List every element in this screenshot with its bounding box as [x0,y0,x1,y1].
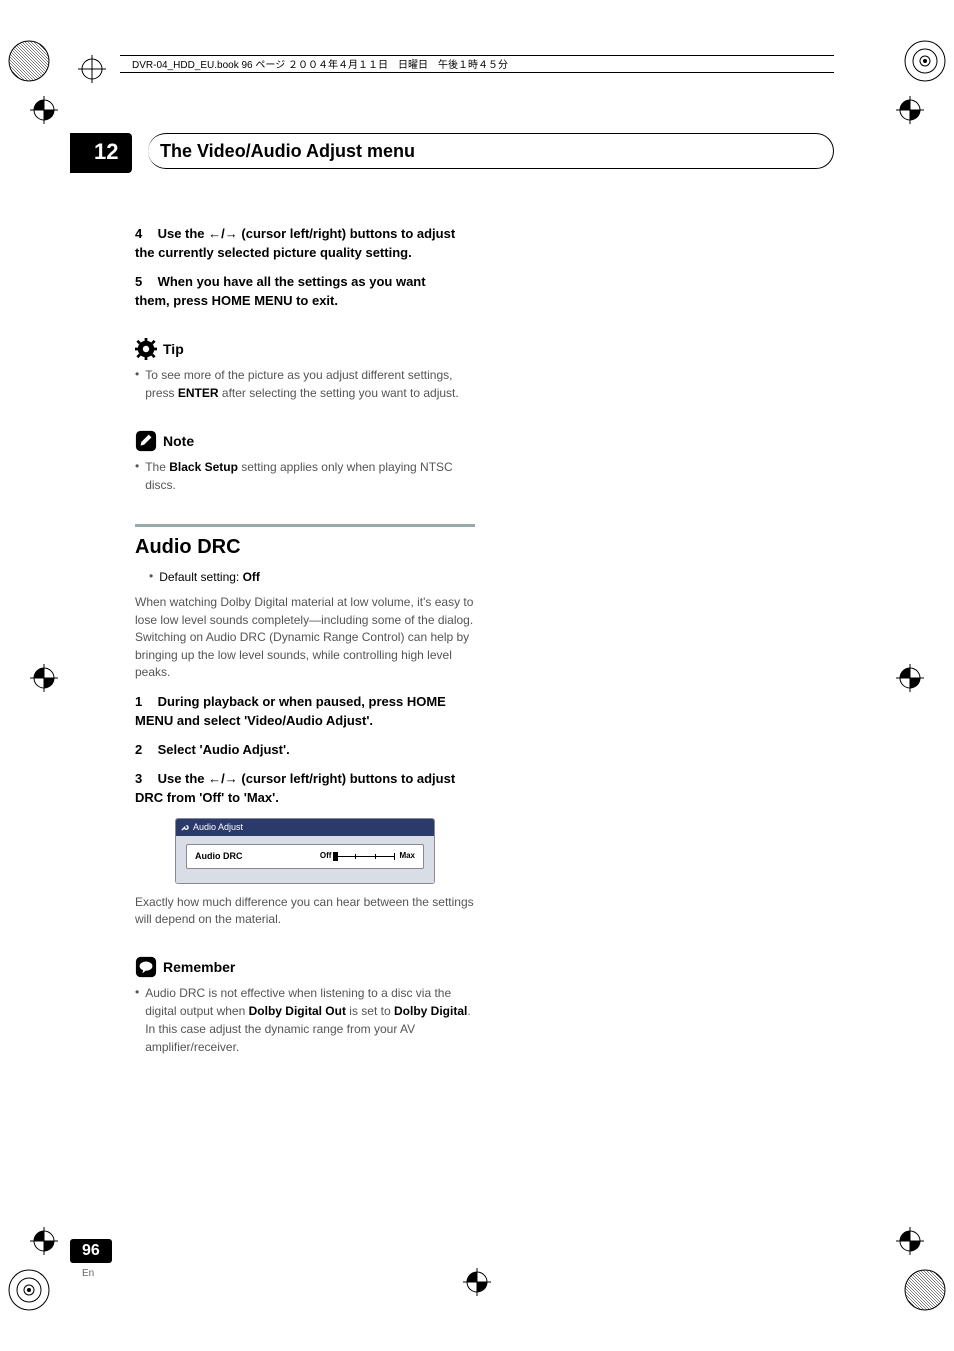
slider-tick [355,854,356,859]
crosshair-bl [30,1227,58,1255]
note-b: Black Setup [169,460,238,474]
remember-label: Remember [163,957,235,977]
bullet-dot: • [135,458,139,494]
tip-c: after selecting the setting you want to … [219,386,459,400]
step-number: 3 [135,771,142,786]
audio-drc-paragraph: When watching Dolby Digital material at … [135,594,475,681]
bullet-dot: • [135,366,139,402]
content-column: 4 Use the ←/→ (cursor left/right) button… [135,225,475,1064]
section-rule [135,524,475,527]
tip-text: To see more of the picture as you adjust… [145,366,475,402]
step-number: 5 [135,274,142,289]
speech-bubble-icon [135,956,157,978]
page: DVR-04_HDD_EU.book 96 ページ ２００４年４月１１日 日曜日… [0,0,954,1351]
bullet-dot: • [149,568,153,586]
bullet-dot: • [135,984,139,1056]
tip-label: Tip [163,339,184,359]
wrench-icon [180,823,189,832]
panel-body: Audio DRC Off Max [176,836,434,883]
drc-step1-line2: MENU and select 'Video/Audio Adjust'. [135,713,373,728]
note-heading: Note [135,430,475,452]
step-number: 4 [135,226,142,241]
drc-step2-text: Select 'Audio Adjust'. [158,742,290,757]
audio-drc-heading: Audio DRC [135,533,475,562]
crosshair-left [30,664,58,692]
rem-b: Dolby Digital Out [249,1004,346,1018]
crosshair-right [896,664,924,692]
remember-text: Audio DRC is not effective when listenin… [145,984,475,1056]
tip-heading: Tip [135,338,475,360]
step4-line2: the currently selected picture quality s… [135,245,412,260]
step-number: 1 [135,694,142,709]
panel-header: Audio Adjust [176,819,434,836]
drc-step-3: 3 Use the ←/→ (cursor left/right) button… [135,770,475,808]
regmark-top-right [904,40,946,82]
default-a: Default setting: [159,570,242,584]
default-b: Off [243,570,260,584]
drc-slider: Off Max [320,850,415,862]
crosshair-header [78,55,106,83]
tip-bullet: • To see more of the picture as you adju… [135,366,475,402]
step-number: 2 [135,742,142,757]
slider-thumb [333,852,338,861]
slider-off-label: Off [320,850,332,862]
default-text: Default setting: Off [159,568,475,586]
after-panel-text: Exactly how much difference you can hear… [135,894,475,929]
file-header-line: DVR-04_HDD_EU.book 96 ページ ２００４年４月１１日 日曜日… [120,55,834,73]
drc-step-1: 1 During playback or when paused, press … [135,693,475,731]
drc-step-2: 2 Select 'Audio Adjust'. [135,741,475,760]
step5-line1: When you have all the settings as you wa… [158,274,426,289]
drc-step3-text: Use the ←/→ (cursor left/right) buttons … [158,771,456,786]
remember-bullet: • Audio DRC is not effective when listen… [135,984,475,1056]
drc-step3-line2: DRC from 'Off' to 'Max'. [135,790,279,805]
gear-icon [135,338,157,360]
step4-part-b: (cursor left/right) buttons to adjust [238,226,455,241]
row-label: Audio DRC [195,850,243,863]
file-header-text: DVR-04_HDD_EU.book 96 ページ ２００４年４月１１日 日曜日… [128,60,512,71]
slider-track [335,856,395,857]
note-a: The [145,460,169,474]
rem-c: is set to [346,1004,394,1018]
note-text: The Black Setup setting applies only whe… [145,458,475,494]
regmark-bottom-right [904,1269,946,1311]
crosshair-tr [896,96,924,124]
page-number: 96 [70,1239,112,1263]
chapter-title: The Video/Audio Adjust menu [160,141,415,162]
step4-part-a: Use the [158,226,209,241]
cursor-arrows-icon: ←/→ [208,226,238,241]
drc-step1-line1: During playback or when paused, press HO… [158,694,446,709]
step-5: 5 When you have all the settings as you … [135,273,475,311]
remember-heading: Remember [135,956,475,978]
crosshair-br [896,1227,924,1255]
note-label: Note [163,431,194,451]
crosshair-tl [30,96,58,124]
step5-line2: them, press HOME MENU to exit. [135,293,338,308]
page-language: En [82,1268,94,1279]
crosshair-bottom [463,1268,491,1296]
cursor-arrows-icon: ←/→ [208,771,238,786]
tip-b: ENTER [178,386,219,400]
chapter-title-wrap: The Video/Audio Adjust menu [148,133,834,169]
note-bullet: • The Black Setup setting applies only w… [135,458,475,494]
step-text: Use the ←/→ (cursor left/right) buttons … [158,226,456,241]
chapter-number-badge: 12 [70,133,132,173]
slider-tick [375,854,376,859]
regmark-top-left [8,40,50,82]
pencil-icon [135,430,157,452]
drc3-a: Use the [158,771,209,786]
rem-d: Dolby Digital [394,1004,467,1018]
default-setting: • Default setting: Off [149,568,475,586]
audio-drc-row: Audio DRC Off Max [186,844,424,869]
slider-max-label: Max [399,850,415,862]
audio-adjust-panel: Audio Adjust Audio DRC Off Max [175,818,435,884]
panel-title: Audio Adjust [193,821,243,834]
regmark-bottom-left [8,1269,50,1311]
step-4: 4 Use the ←/→ (cursor left/right) button… [135,225,475,263]
drc3-b: (cursor left/right) buttons to adjust [238,771,455,786]
